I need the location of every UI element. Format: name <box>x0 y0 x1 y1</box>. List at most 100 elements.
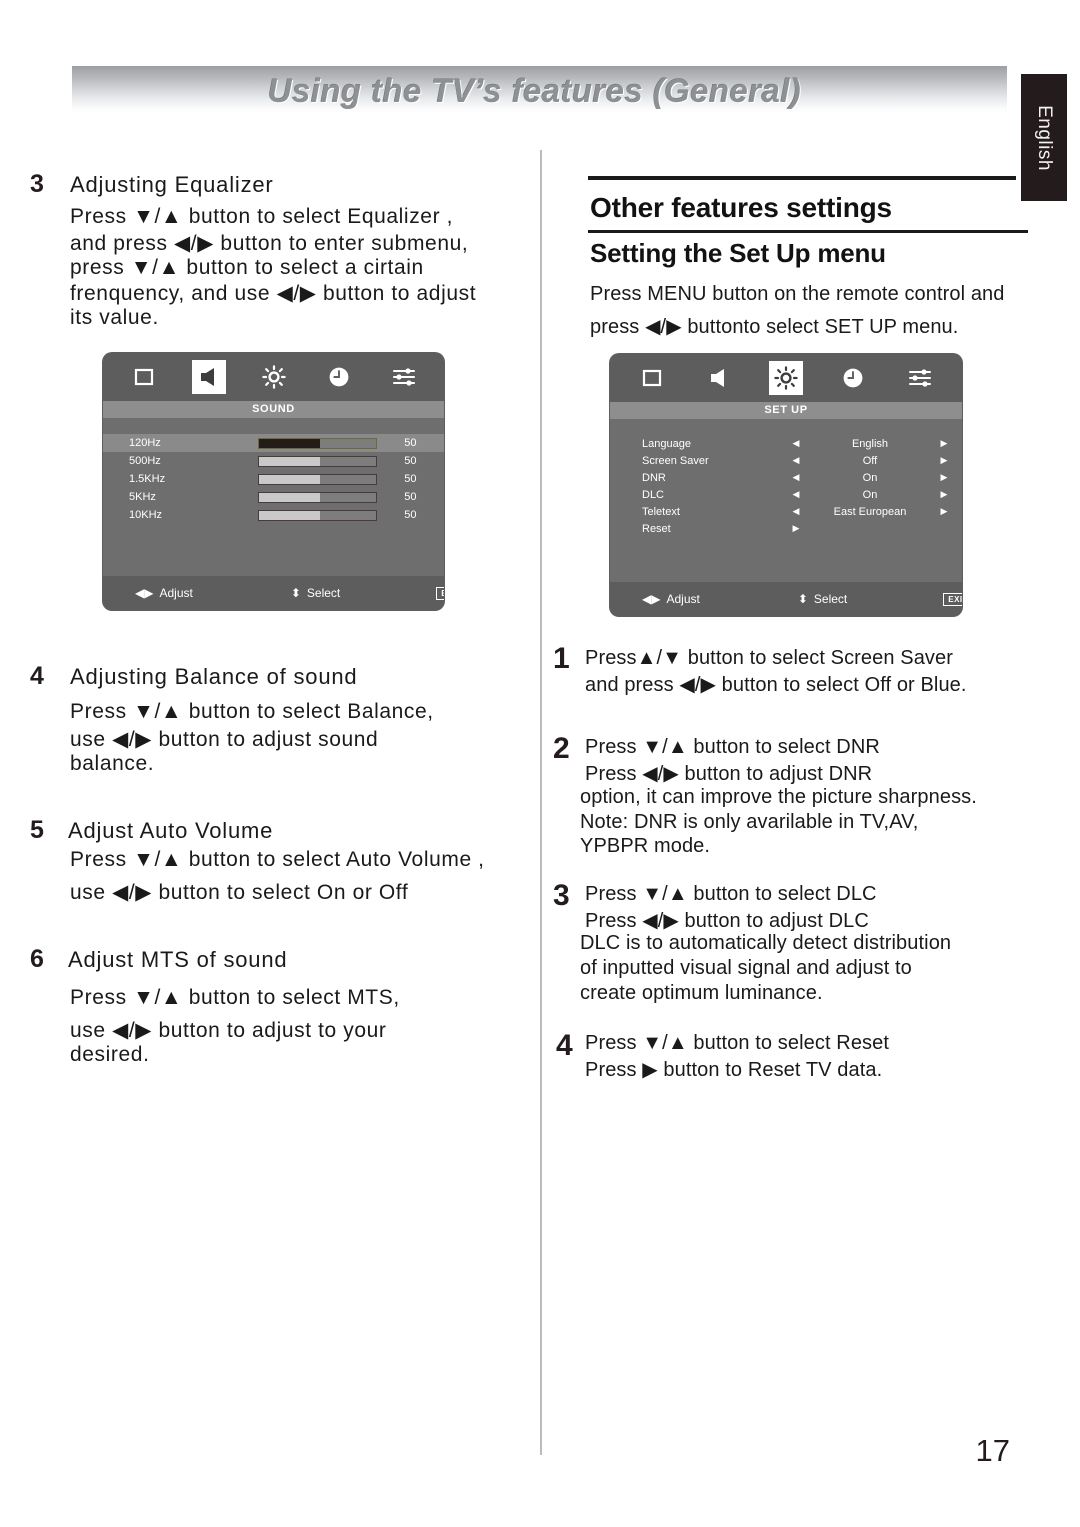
osd-sound-adjust-label: Adjust <box>159 586 193 600</box>
sound-icon[interactable] <box>191 360 226 394</box>
setup-label-reset: Reset <box>642 522 671 535</box>
picture-icon[interactable] <box>635 361 669 395</box>
osd-sound-adjust-hint: ◀▶ Adjust <box>135 586 193 600</box>
step-2-line-0: Press ▼/▲ button to select DNR <box>585 736 880 758</box>
language-tab-label: English <box>1034 104 1055 171</box>
right-arrow-icon[interactable]: ▶ <box>926 489 962 500</box>
osd-sound-title: SOUND <box>103 401 444 418</box>
eq-value-1-5khz: 50 <box>404 473 417 485</box>
section-6-line-2: desired. <box>70 1043 150 1066</box>
exit-key-icon: EXIT <box>943 592 962 606</box>
step-4-line-1: Press ▶ button to Reset TV data. <box>585 1059 883 1081</box>
eq-label-1-5khz: 1.5KHz <box>129 473 166 485</box>
eq-row-120hz[interactable]: 120Hz 50 <box>103 434 444 452</box>
eq-value-10khz: 50 <box>404 509 417 521</box>
section-3-line-0: Press ▼/▲ button to select Equalizer , <box>70 205 454 228</box>
eq-bar-5khz[interactable] <box>257 491 377 503</box>
right-arrow-icon[interactable]: ▶ <box>926 506 962 517</box>
section-number-6: 6 <box>30 945 44 973</box>
osd-sound-panel: SOUND 120Hz 50 500Hz 50 1.5KHz 50 5KHz 5… <box>103 353 444 610</box>
setup-row-screen-saver[interactable]: Screen Saver ◀ Off ▶ <box>610 452 962 469</box>
right-arrow-icon[interactable]: ▶ <box>926 472 962 483</box>
osd-setup-select-hint: ⬍ Select <box>798 592 847 606</box>
time-icon[interactable] <box>322 360 356 394</box>
setup-label-dlc: DLC <box>642 488 665 501</box>
section-3-line-4: its value. <box>70 306 159 329</box>
setup-row-language[interactable]: Language ◀ English ▶ <box>610 435 962 452</box>
step-4-line-0: Press ▼/▲ button to select Reset <box>585 1032 890 1054</box>
osd-setup-select-label: Select <box>813 592 848 606</box>
eq-label-500hz: 500Hz <box>129 455 161 467</box>
step-number-3: 3 <box>553 879 570 912</box>
page-title: Using the TV’s features (General) <box>267 72 802 109</box>
osd-setup-footer: ◀▶ Adjust ⬍ Select EXIT Exit <box>610 582 962 616</box>
setup-value-dlc: On <box>862 488 878 501</box>
left-arrow-icon[interactable]: ◀ <box>778 506 814 517</box>
language-tab: English <box>1021 74 1067 201</box>
section-6-line-1: use ◀/▶ button to adjust to your <box>70 1019 387 1042</box>
osd-sound-select-label: Select <box>306 586 341 600</box>
step-1-line-1: and press ◀/▶ button to select Off or Bl… <box>585 674 967 696</box>
page-number: 17 <box>975 1433 1010 1468</box>
section-3-line-2: press ▼/▲ button to select a cirtain <box>70 256 424 279</box>
right-arrow-icon[interactable]: ▶ <box>926 438 962 449</box>
section-number-4: 4 <box>30 662 44 690</box>
osd-setup-iconbar <box>610 354 962 402</box>
left-arrow-icon[interactable]: ◀ <box>778 489 814 500</box>
setup-row-dnr[interactable]: DNR ◀ On ▶ <box>610 469 962 486</box>
left-arrow-icon[interactable]: ◀ <box>778 438 814 449</box>
brightness-icon[interactable] <box>768 361 803 395</box>
eq-value-120hz: 50 <box>404 437 417 449</box>
setup-label-dnr: DNR <box>642 471 666 484</box>
osd-setup-adjust-hint: ◀▶ Adjust <box>642 592 700 606</box>
eq-row-1-5khz[interactable]: 1.5KHz 50 <box>103 470 444 488</box>
osd-sound-iconbar <box>103 353 444 401</box>
heading-rule-top <box>588 176 1016 180</box>
eq-bar-10khz[interactable] <box>257 509 377 521</box>
setup-row-teletext[interactable]: Teletext ◀ East European ▶ <box>610 503 962 520</box>
intro-line-0: Press MENU button on the remote control … <box>590 283 1005 305</box>
up-down-arrows-icon: ⬍ <box>290 586 301 600</box>
section-3-line-1: and press ◀/▶ button to enter submenu, <box>70 232 469 255</box>
step-number-4: 4 <box>556 1029 573 1062</box>
setup-label-screen-saver: Screen Saver <box>642 454 709 467</box>
options-icon[interactable] <box>903 361 937 395</box>
step-2-line-2: option, it can improve the picture sharp… <box>580 786 977 808</box>
right-arrow-icon[interactable]: ▶ <box>926 455 962 466</box>
setup-value-language: English <box>851 437 889 450</box>
setup-row-dlc[interactable]: DLC ◀ On ▶ <box>610 486 962 503</box>
eq-bar-500hz[interactable] <box>257 455 377 467</box>
setup-value-screen-saver: Off <box>862 454 878 467</box>
section-title-4: Adjusting Balance of sound <box>70 664 358 689</box>
section-5-line-1: use ◀/▶ button to select On or Off <box>70 881 409 904</box>
osd-setup-title: SET UP <box>610 402 962 419</box>
eq-label-10khz: 10KHz <box>129 509 163 521</box>
eq-row-5khz[interactable]: 5KHz 50 <box>103 488 444 506</box>
eq-bar-1-5khz[interactable] <box>257 473 377 485</box>
section-number-3: 3 <box>30 170 44 198</box>
sound-icon[interactable] <box>702 361 736 395</box>
brightness-icon[interactable] <box>257 360 291 394</box>
eq-row-10khz[interactable]: 10KHz 50 <box>103 506 444 524</box>
heading-rule-middle <box>588 230 1028 233</box>
section-3-line-3: frenquency, and use ◀/▶ button to adjust <box>70 282 477 305</box>
step-2-line-4: YPBPR mode. <box>580 835 711 857</box>
left-arrow-icon[interactable]: ◀ <box>778 455 814 466</box>
eq-row-500hz[interactable]: 500Hz 50 <box>103 452 444 470</box>
setup-label-teletext: Teletext <box>642 505 680 518</box>
section-4-line-2: balance. <box>70 752 155 775</box>
left-right-arrows-icon: ◀▶ <box>135 586 154 600</box>
osd-setup-exit-hint: EXIT Exit <box>943 592 962 606</box>
section-4-line-1: use ◀/▶ button to adjust sound <box>70 728 379 751</box>
options-icon[interactable] <box>387 360 421 394</box>
setup-row-reset[interactable]: Reset ▶ <box>610 520 962 537</box>
up-down-arrows-icon: ⬍ <box>797 592 808 606</box>
picture-icon[interactable] <box>127 360 161 394</box>
right-arrow-icon[interactable]: ▶ <box>778 523 814 534</box>
time-icon[interactable] <box>836 361 870 395</box>
eq-bar-120hz[interactable] <box>257 437 377 449</box>
left-arrow-icon[interactable]: ◀ <box>778 472 814 483</box>
setup-label-language: Language <box>642 437 691 450</box>
section-4-line-0: Press ▼/▲ button to select Balance, <box>70 700 434 723</box>
step-3-line-0: Press ▼/▲ button to select DLC <box>585 883 877 905</box>
